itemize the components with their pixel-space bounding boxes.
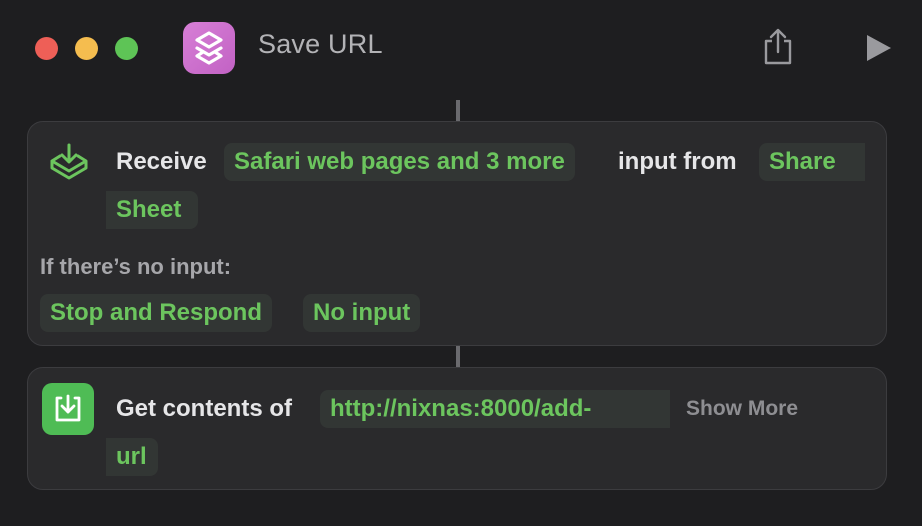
no-input-label: If there’s no input:: [40, 254, 232, 279]
receive-tray-icon: [48, 141, 90, 183]
input-source-token[interactable]: Share: [759, 143, 865, 181]
input-types-token[interactable]: Safari web pages and 3 more: [224, 143, 575, 181]
url-token[interactable]: http://nixnas:8000/add-: [320, 390, 670, 428]
shortcut-editor-window: Save URL Receive Safari web pages and 3 …: [0, 0, 922, 526]
input-source-token-continued[interactable]: Sheet: [106, 191, 198, 229]
close-window-button[interactable]: [35, 37, 58, 60]
play-icon[interactable]: [862, 32, 894, 64]
no-input-response-token[interactable]: No input: [303, 294, 421, 332]
flow-connector: [456, 346, 460, 367]
get-contents-verb-label: Get contents of: [116, 395, 293, 422]
no-input-action-token[interactable]: Stop and Respond: [40, 294, 272, 332]
receive-verb-label: Receive: [116, 148, 207, 175]
show-more-button[interactable]: Show More: [686, 397, 798, 421]
shortcut-title[interactable]: Save URL: [258, 29, 383, 60]
download-icon: [42, 383, 94, 435]
share-icon[interactable]: [760, 27, 796, 67]
maximize-window-button[interactable]: [115, 37, 138, 60]
shortcuts-app-icon: [183, 22, 235, 74]
minimize-window-button[interactable]: [75, 37, 98, 60]
flow-connector: [456, 100, 460, 121]
url-token-continued[interactable]: url: [106, 438, 158, 476]
input-from-label: input from: [618, 148, 737, 175]
